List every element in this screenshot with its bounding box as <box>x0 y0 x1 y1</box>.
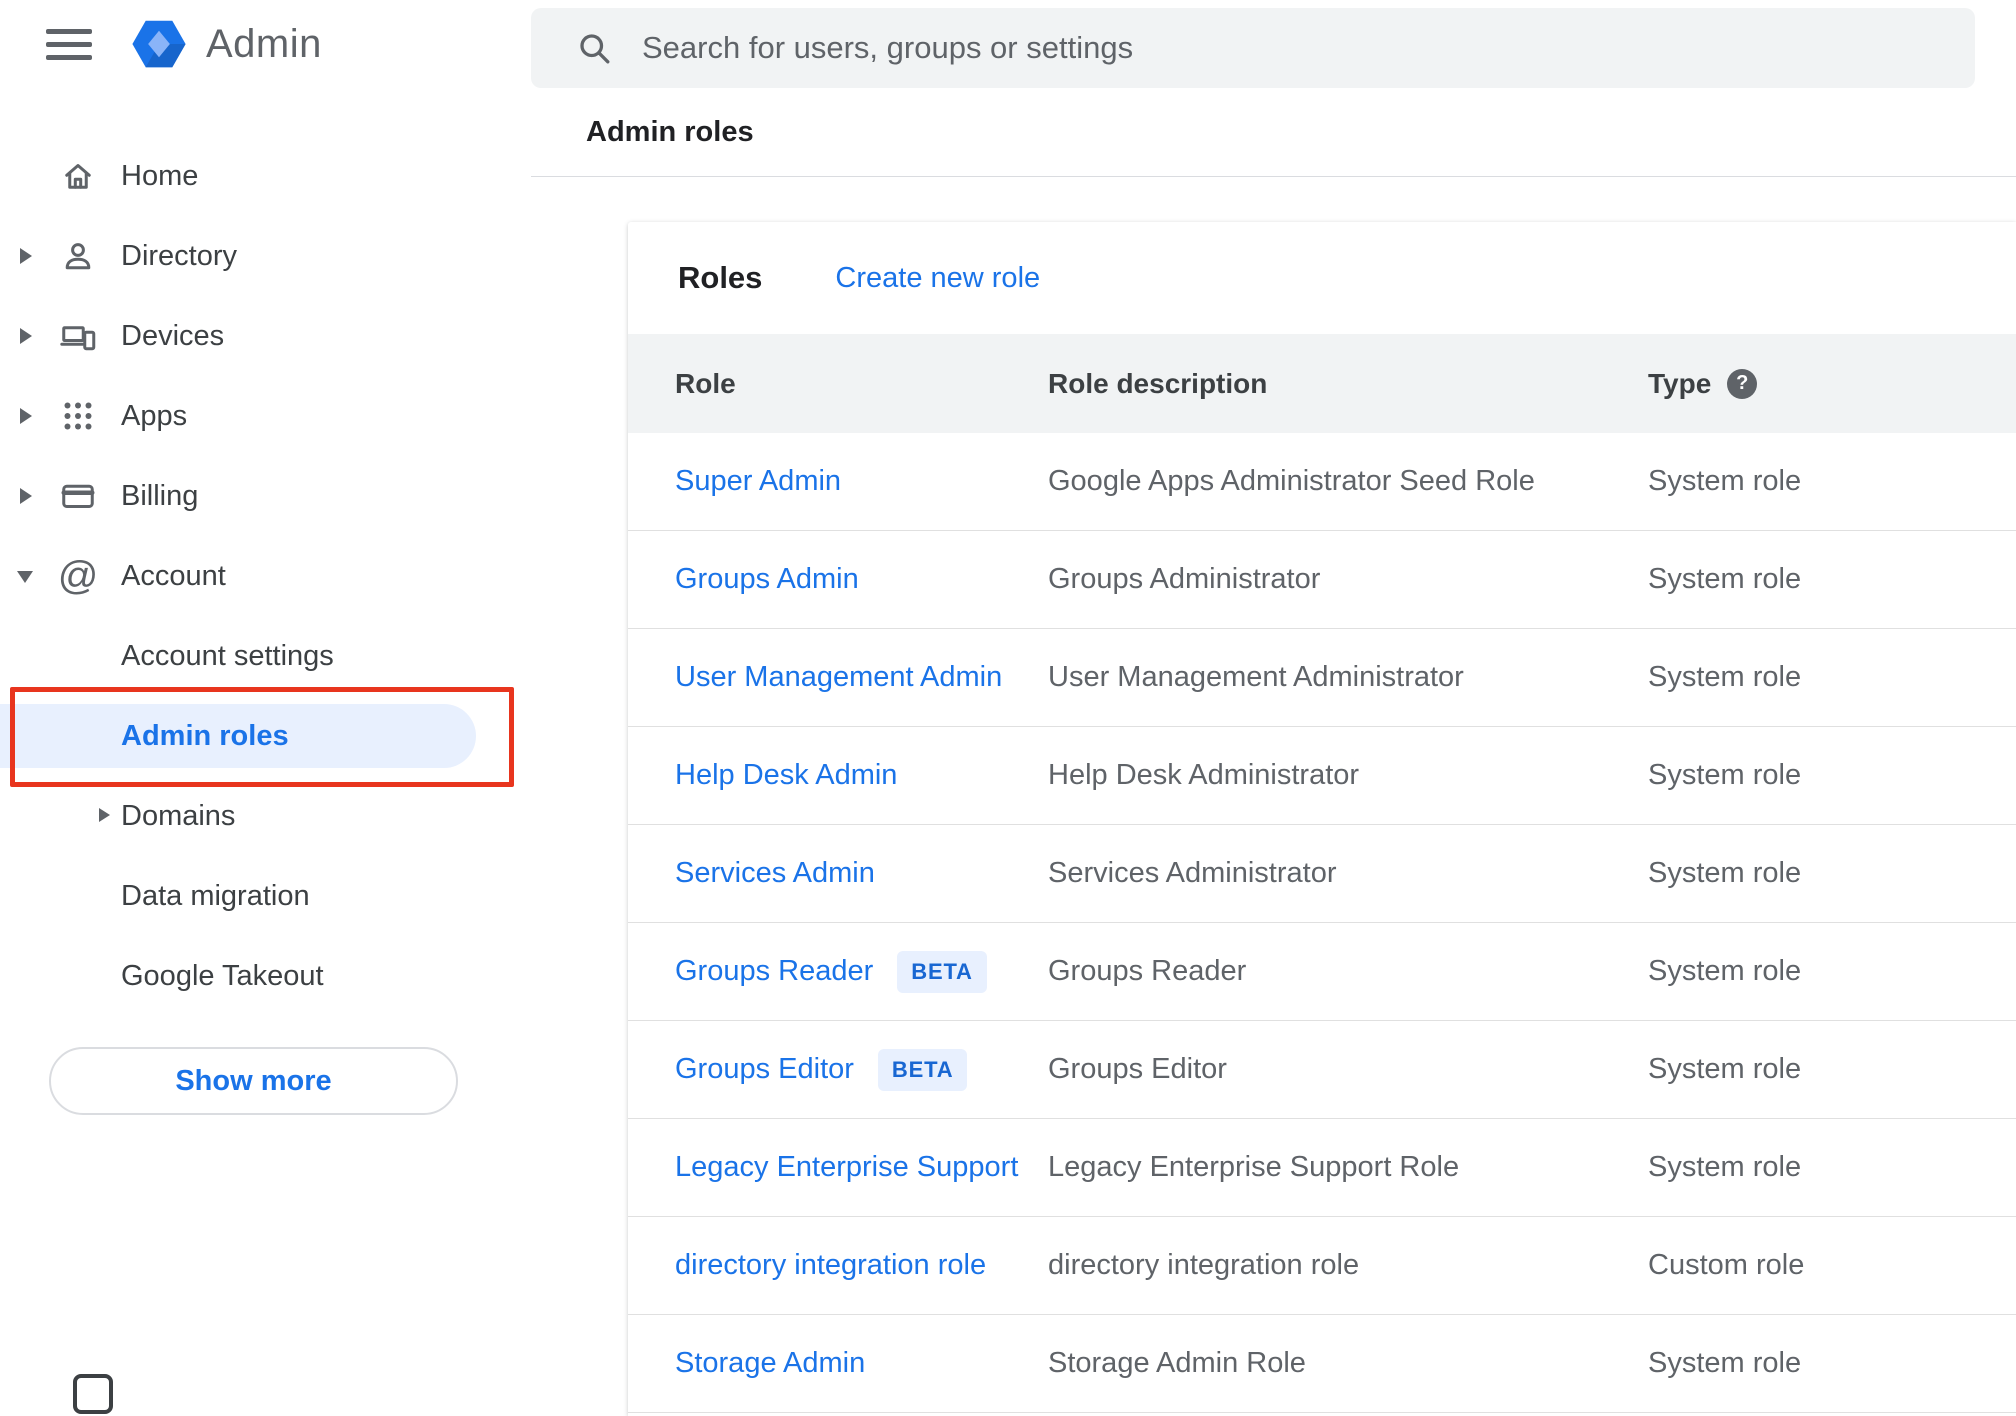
search-icon <box>580 34 610 64</box>
role-type: System role <box>1648 955 1802 987</box>
sidebar-item-label: Home <box>121 159 199 192</box>
role-cell: directory integration role <box>628 1249 1048 1282</box>
sidebar-item-google-takeout[interactable]: Google Takeout <box>0 936 531 1016</box>
sidebar-item-account-settings[interactable]: Account settings <box>0 616 531 696</box>
table-row: Super Admin Google Apps Administrator Se… <box>628 433 2016 531</box>
beta-badge: BETA <box>877 1048 968 1091</box>
role-type: System role <box>1648 759 1802 791</box>
bottom-left-cutoff-icon[interactable] <box>73 1374 113 1414</box>
table-row: directory integration role directory int… <box>628 1217 2016 1315</box>
sidebar-item-label: Admin roles <box>121 719 289 752</box>
table-row: Storage Admin Storage Admin Role System … <box>628 1315 2016 1413</box>
sidebar: Admin Home Directory Devices Apps Billin… <box>0 0 531 1414</box>
role-description: Groups Editor <box>1048 1053 1227 1085</box>
table-row: Groups Admin Groups Administrator System… <box>628 531 2016 629</box>
sidebar-item-domains[interactable]: Domains <box>0 776 531 856</box>
table-row: User Management Admin User Management Ad… <box>628 629 2016 727</box>
role-cell: Super Admin <box>628 465 1048 498</box>
role-cell: Groups Reader BETA <box>628 950 1048 993</box>
column-header-role: Role <box>675 367 736 399</box>
role-description: Groups Administrator <box>1048 563 1321 595</box>
role-link[interactable]: Groups Admin <box>675 563 859 596</box>
role-description: directory integration role <box>1048 1249 1360 1281</box>
role-link[interactable]: Groups Editor <box>675 1053 854 1086</box>
sidebar-item-label: Directory <box>121 239 238 272</box>
sidebar-item-label: Apps <box>121 399 188 432</box>
role-cell: User Management Admin <box>628 661 1048 694</box>
table-row: Help Desk Admin Help Desk Administrator … <box>628 727 2016 825</box>
sidebar-item-billing[interactable]: Billing <box>0 456 531 536</box>
sidebar-item-data-migration[interactable]: Data migration <box>0 856 531 936</box>
role-cell: Groups Editor BETA <box>628 1048 1048 1091</box>
role-link[interactable]: User Management Admin <box>675 661 1002 694</box>
admin-logo-icon <box>132 20 186 68</box>
role-description: Services Administrator <box>1048 857 1337 889</box>
help-icon[interactable]: ? <box>1727 368 1758 399</box>
sidebar-item-label: Domains <box>121 799 236 832</box>
role-description: Help Desk Administrator <box>1048 759 1360 791</box>
role-link[interactable]: Help Desk Admin <box>675 759 897 792</box>
sidebar-item-label: Account <box>121 559 226 592</box>
role-description: Groups Reader <box>1048 955 1247 987</box>
role-type: System role <box>1648 661 1802 693</box>
sidebar-nav: Home Directory Devices Apps Billing @ Ac… <box>0 136 531 1115</box>
table-header-row: Role Role description Type ? <box>628 334 2016 433</box>
role-cell: Storage Admin <box>628 1347 1048 1380</box>
role-link[interactable]: directory integration role <box>675 1249 986 1282</box>
role-description: Legacy Enterprise Support Role <box>1048 1151 1460 1183</box>
table-row: Legacy Enterprise Support Legacy Enterpr… <box>628 1119 2016 1217</box>
role-link[interactable]: Storage Admin <box>675 1347 865 1380</box>
table-row: Services Admin Services Administrator Sy… <box>628 825 2016 923</box>
role-type: System role <box>1648 1347 1802 1379</box>
sidebar-item-admin-roles[interactable]: Admin roles <box>0 696 531 776</box>
brand-row: Admin <box>0 0 531 88</box>
hamburger-menu-icon[interactable] <box>46 28 92 60</box>
table-row: Groups Editor BETA Groups Editor System … <box>628 1021 2016 1119</box>
breadcrumb: Admin roles <box>586 115 754 148</box>
role-type: System role <box>1648 1053 1802 1085</box>
role-link[interactable]: Groups Reader <box>675 955 873 988</box>
app-title: Admin <box>206 21 322 66</box>
beta-badge: BETA <box>897 950 987 993</box>
role-type: System role <box>1648 563 1802 595</box>
sidebar-item-label: Billing <box>121 479 199 512</box>
sidebar-item-home[interactable]: Home <box>0 136 531 216</box>
sidebar-item-account[interactable]: @ Account <box>0 536 531 616</box>
page-title: Roles <box>678 260 763 295</box>
roles-card: Roles Create new role Role Role descript… <box>628 222 2016 1416</box>
role-description: Storage Admin Role <box>1048 1347 1306 1379</box>
search-bar[interactable] <box>531 8 1975 88</box>
role-link[interactable]: Legacy Enterprise Support <box>675 1151 1018 1184</box>
column-header-type-label: Type <box>1648 367 1712 399</box>
sidebar-item-label: Data migration <box>121 879 310 912</box>
column-header-type: Type ? <box>1648 368 2016 400</box>
sidebar-item-devices[interactable]: Devices <box>0 296 531 376</box>
create-new-role-link[interactable]: Create new role <box>835 262 1040 295</box>
show-more-button[interactable]: Show more <box>49 1047 458 1115</box>
sidebar-item-label: Google Takeout <box>121 959 324 992</box>
role-cell: Groups Admin <box>628 563 1048 596</box>
role-type: System role <box>1648 1151 1802 1183</box>
sidebar-item-label: Devices <box>121 319 225 352</box>
role-cell: Services Admin <box>628 857 1048 890</box>
table-row: Groups Reader BETA Groups Reader System … <box>628 923 2016 1021</box>
search-input[interactable] <box>640 29 1945 67</box>
sidebar-item-directory[interactable]: Directory <box>0 216 531 296</box>
roles-table-body: Super Admin Google Apps Administrator Se… <box>628 433 2016 1413</box>
role-type: System role <box>1648 857 1802 889</box>
role-type: System role <box>1648 465 1802 497</box>
role-cell: Legacy Enterprise Support <box>628 1151 1048 1184</box>
role-link[interactable]: Super Admin <box>675 465 841 498</box>
role-type: Custom role <box>1648 1249 1805 1281</box>
column-header-description: Role description <box>1048 367 1268 399</box>
sidebar-item-apps[interactable]: Apps <box>0 376 531 456</box>
role-link[interactable]: Services Admin <box>675 857 875 890</box>
role-description: Google Apps Administrator Seed Role <box>1048 465 1535 497</box>
role-cell: Help Desk Admin <box>628 759 1048 792</box>
role-description: User Management Administrator <box>1048 661 1464 693</box>
sidebar-item-label: Account settings <box>121 639 334 672</box>
breadcrumb-row: Admin roles <box>531 88 2016 177</box>
roles-card-header: Roles Create new role <box>628 222 2016 334</box>
main-content: Admin roles Roles Create new role Role R… <box>531 0 2016 1416</box>
